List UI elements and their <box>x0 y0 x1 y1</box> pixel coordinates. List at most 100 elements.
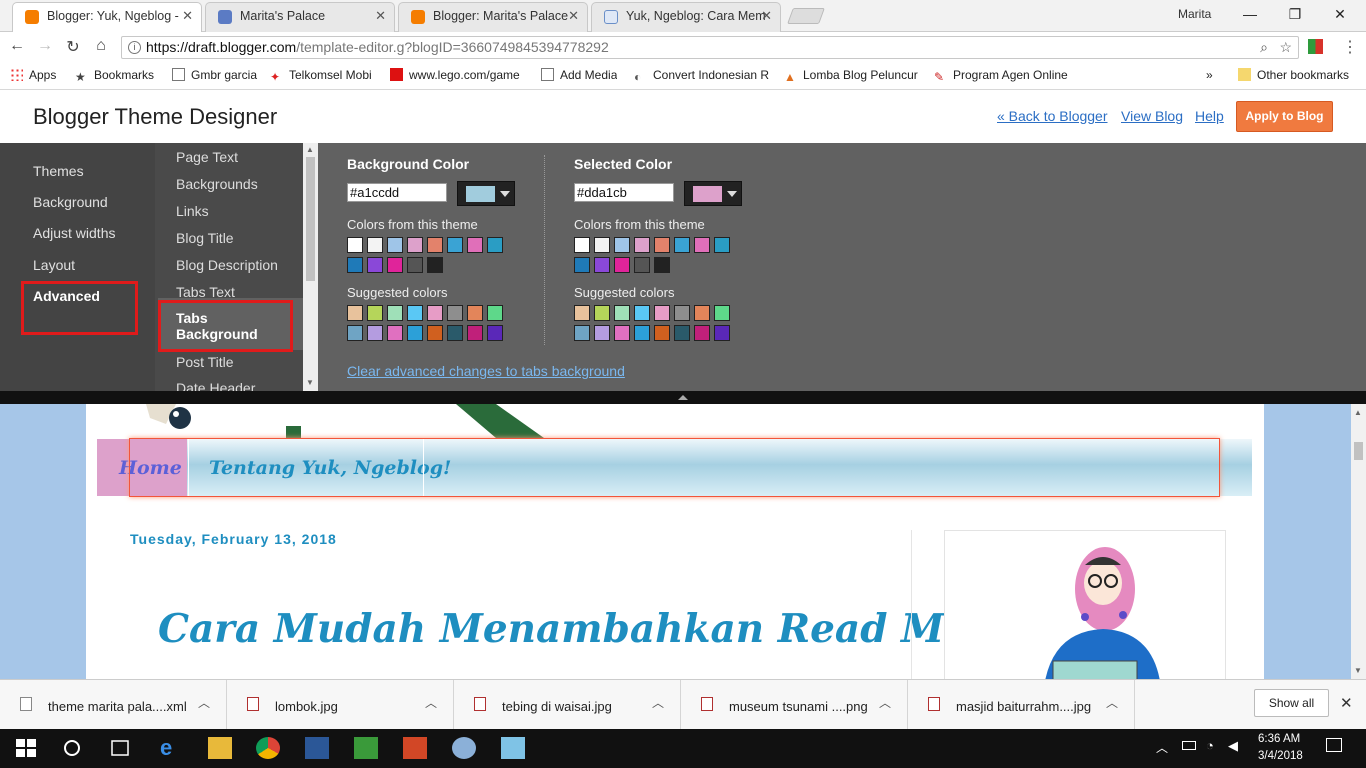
extension-icon[interactable] <box>1308 39 1323 54</box>
home-icon[interactable]: ⌂ <box>90 37 112 55</box>
color-swatch[interactable] <box>654 257 670 273</box>
browser-tab[interactable]: Blogger: Yuk, Ngeblog - ✕ <box>12 2 202 33</box>
color-swatch[interactable] <box>427 325 443 341</box>
powerpoint-icon[interactable] <box>403 737 427 759</box>
close-icon[interactable]: ✕ <box>182 3 193 29</box>
browser-tab[interactable]: Yuk, Ngeblog: Cara Mem ✕ <box>591 2 781 32</box>
subnav-tabs-text[interactable]: Tabs Text <box>176 284 235 300</box>
nav-adjust-widths[interactable]: Adjust widths <box>33 225 115 241</box>
windows-start-icon[interactable] <box>14 737 38 759</box>
close-icon[interactable]: ✕ <box>1340 694 1353 712</box>
browser-tab[interactable]: Marita's Palace ✕ <box>205 2 395 32</box>
wifi-icon[interactable]: ◔ <box>1206 738 1214 753</box>
scroll-thumb[interactable] <box>306 157 315 281</box>
chevron-up-icon[interactable]: ︿ <box>1106 694 1118 711</box>
minimize-icon[interactable]: — <box>1230 4 1270 24</box>
color-swatch[interactable] <box>367 237 383 253</box>
view-blog-link[interactable]: View Blog <box>1121 108 1183 124</box>
color-swatch[interactable] <box>347 325 363 341</box>
download-item[interactable]: museum tsunami ....png ︿ <box>681 680 908 730</box>
color-swatch[interactable] <box>614 305 630 321</box>
scroll-down-icon[interactable]: ▼ <box>1354 666 1362 675</box>
subnav-scrollbar[interactable]: ▲ ▼ <box>303 143 318 391</box>
color-swatch[interactable] <box>367 305 383 321</box>
color-swatch[interactable] <box>634 237 650 253</box>
color-swatch[interactable] <box>447 305 463 321</box>
color-swatch[interactable] <box>634 257 650 273</box>
url-bar[interactable]: i https://draft.blogger.com/template-edi… <box>121 36 1299 59</box>
color-swatch[interactable] <box>614 257 630 273</box>
color-swatch[interactable] <box>467 237 483 253</box>
color-swatch[interactable] <box>407 325 423 341</box>
notifications-icon[interactable] <box>1326 738 1342 752</box>
apply-to-blog-button[interactable]: Apply to Blog <box>1236 101 1333 132</box>
profile-name[interactable]: Marita <box>1178 7 1211 21</box>
bookmark-item[interactable]: ✦ Telkomsel Mobi <box>270 68 380 83</box>
file-explorer-icon[interactable] <box>208 737 232 759</box>
restore-icon[interactable]: ❐ <box>1275 4 1315 24</box>
battery-icon[interactable] <box>1182 741 1196 750</box>
color-swatch[interactable] <box>407 257 423 273</box>
bookmark-item[interactable]: ◐ Convert Indonesian R <box>634 68 770 83</box>
color-swatch[interactable] <box>467 305 483 321</box>
download-item[interactable]: tebing di waisai.jpg ︿ <box>454 680 681 730</box>
show-all-button[interactable]: Show all <box>1254 689 1329 717</box>
color-swatch[interactable] <box>427 237 443 253</box>
reload-icon[interactable]: ↻ <box>62 37 84 57</box>
clear-advanced-changes-link[interactable]: Clear advanced changes to tabs backgroun… <box>347 363 625 379</box>
color-swatch[interactable] <box>594 257 610 273</box>
window-close-icon[interactable]: ✕ <box>1320 4 1360 24</box>
color-swatch[interactable] <box>427 257 443 273</box>
scroll-up-icon[interactable]: ▲ <box>1354 408 1362 417</box>
help-link[interactable]: Help <box>1195 108 1224 124</box>
color-swatch[interactable] <box>654 325 670 341</box>
color-swatch[interactable] <box>714 325 730 341</box>
selected-color-picker[interactable] <box>684 181 742 206</box>
color-swatch[interactable] <box>574 257 590 273</box>
download-item[interactable]: masjid baiturrahm....jpg ︿ <box>908 680 1135 730</box>
subnav-date-header[interactable]: Date Header <box>176 380 255 391</box>
scroll-up-icon[interactable]: ▲ <box>306 145 314 154</box>
collapse-icon[interactable] <box>678 395 688 400</box>
app-icon[interactable] <box>501 737 525 759</box>
new-tab-button[interactable] <box>787 8 825 24</box>
color-swatch[interactable] <box>427 305 443 321</box>
chevron-up-icon[interactable]: ︿ <box>425 694 437 711</box>
color-swatch[interactable] <box>574 237 590 253</box>
browser-tab[interactable]: Blogger: Marita's Palace ✕ <box>398 2 588 32</box>
color-swatch[interactable] <box>654 305 670 321</box>
forward-icon[interactable]: → <box>34 37 56 55</box>
color-swatch[interactable] <box>654 237 670 253</box>
nav-themes[interactable]: Themes <box>33 163 84 179</box>
bookmark-item[interactable]: www.lego.com/game <box>390 68 528 82</box>
color-swatch[interactable] <box>614 325 630 341</box>
menu-icon[interactable]: ⋮ <box>1342 37 1358 57</box>
scroll-thumb[interactable] <box>1354 442 1363 460</box>
back-to-blogger-link[interactable]: « Back to Blogger <box>997 108 1108 124</box>
paint-icon[interactable] <box>452 737 476 759</box>
color-swatch[interactable] <box>694 237 710 253</box>
nav-layout[interactable]: Layout <box>33 257 75 273</box>
subnav-links[interactable]: Links <box>176 203 209 219</box>
color-swatch[interactable] <box>574 325 590 341</box>
chevron-up-icon[interactable]: ︿ <box>652 694 664 711</box>
color-swatch[interactable] <box>694 305 710 321</box>
bookmark-item[interactable]: Apps <box>10 68 56 82</box>
color-swatch[interactable] <box>674 305 690 321</box>
color-swatch[interactable] <box>574 305 590 321</box>
download-item[interactable]: theme marita pala....xml ︿ <box>0 680 227 730</box>
zoom-icon[interactable]: ⌕ <box>1260 37 1268 58</box>
close-icon[interactable]: ✕ <box>568 3 579 29</box>
back-icon[interactable]: ← <box>6 37 28 55</box>
chevron-up-icon[interactable]: ︿ <box>198 694 210 711</box>
download-item[interactable]: lombok.jpg ︿ <box>227 680 454 730</box>
color-swatch[interactable] <box>347 237 363 253</box>
color-swatch[interactable] <box>367 257 383 273</box>
color-swatch[interactable] <box>487 325 503 341</box>
scroll-down-icon[interactable]: ▼ <box>306 378 314 387</box>
color-swatch[interactable] <box>634 305 650 321</box>
subnav-post-title[interactable]: Post Title <box>176 354 234 370</box>
bookmark-item[interactable]: Gmbr garcia <box>172 68 260 82</box>
color-swatch[interactable] <box>487 305 503 321</box>
color-swatch[interactable] <box>594 305 610 321</box>
